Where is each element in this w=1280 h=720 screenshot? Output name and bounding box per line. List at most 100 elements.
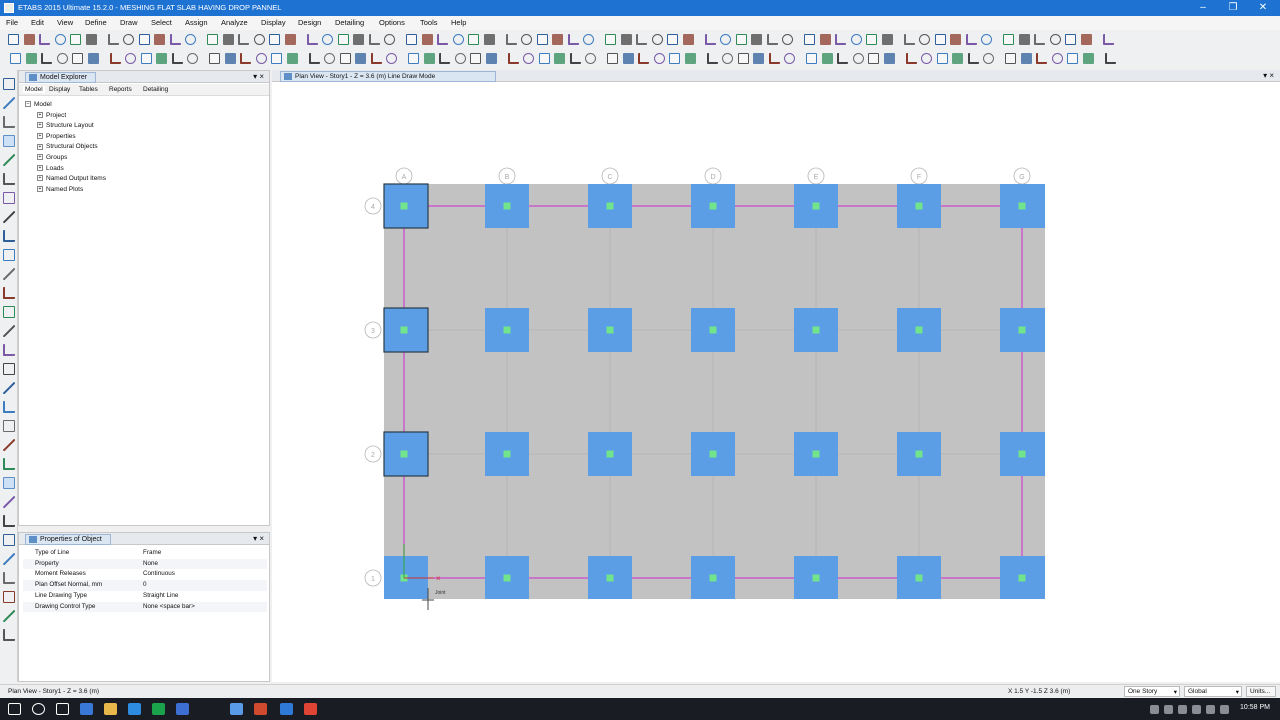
toolbar-tool-icon[interactable] (1104, 53, 1116, 64)
draw-tool-icon[interactable] (3, 610, 15, 622)
menu-item[interactable]: Draw (120, 18, 138, 27)
toolbar-tool-icon[interactable] (669, 53, 680, 64)
toolbar-tool-icon[interactable] (835, 34, 846, 45)
toolbar-tool-icon[interactable] (240, 53, 251, 64)
expand-icon[interactable]: + (37, 143, 43, 150)
draw-tool-icon[interactable] (3, 97, 15, 109)
taskbar-app-icon[interactable] (80, 703, 93, 715)
taskbar-app-icon[interactable] (280, 703, 293, 715)
toolbar-tool-icon[interactable] (583, 34, 594, 45)
property-row[interactable]: Moment Releases Continuous (23, 569, 267, 580)
draw-tool-icon[interactable] (3, 116, 15, 128)
column-joint[interactable] (400, 450, 408, 458)
column-joint[interactable] (503, 326, 511, 334)
toolbar-tool-icon[interactable] (636, 34, 647, 45)
toolbar-tool-icon[interactable] (704, 34, 716, 45)
toolbar-tool-icon[interactable] (782, 34, 793, 45)
tray-icon[interactable] (1220, 705, 1229, 714)
menu-item[interactable]: Edit (31, 18, 44, 27)
column-joint[interactable] (915, 326, 923, 334)
tree-item[interactable]: + Project (37, 112, 66, 119)
toolbar-tool-icon[interactable] (271, 53, 282, 64)
property-row[interactable]: Drawing Control Type None <space bar> (23, 601, 267, 613)
tree-item[interactable]: + Structure Layout (37, 122, 94, 129)
toolbar-tool-icon[interactable] (919, 34, 930, 45)
toolbar-tool-icon[interactable] (353, 34, 364, 45)
toolbar-tool-icon[interactable] (569, 53, 581, 64)
toolbar-tool-icon[interactable] (308, 53, 320, 64)
expand-icon[interactable]: + (37, 111, 43, 118)
toolbar-tool-icon[interactable] (1065, 34, 1076, 45)
expand-icon[interactable]: + (37, 164, 43, 171)
toolbar-tool-icon[interactable] (107, 34, 119, 45)
tray-icon[interactable] (1192, 705, 1201, 714)
menu-item[interactable]: Display (261, 18, 286, 27)
tray-icon[interactable] (1206, 705, 1215, 714)
taskbar-app-icon[interactable] (32, 703, 45, 715)
expand-icon[interactable]: + (37, 186, 43, 193)
toolbar-tool-icon[interactable] (505, 34, 517, 45)
toolbar-tool-icon[interactable] (355, 53, 366, 64)
toolbar-tool-icon[interactable] (735, 34, 747, 45)
toolbar-tool-icon[interactable] (1082, 53, 1094, 64)
column-joint[interactable] (812, 450, 820, 458)
toolbar-tool-icon[interactable] (868, 53, 879, 64)
column-joint[interactable] (503, 202, 511, 210)
toolbar-tool-icon[interactable] (87, 53, 99, 64)
toolbar-tool-icon[interactable] (253, 34, 265, 45)
column-joint[interactable] (1018, 574, 1026, 582)
menu-item[interactable]: View (57, 18, 73, 27)
toolbar-tool-icon[interactable] (768, 53, 780, 64)
column-joint[interactable] (606, 574, 614, 582)
plan-view-tab[interactable]: Plan View - Story1 - Z = 3.6 (m) Line Dr… (280, 71, 496, 82)
collapse-icon[interactable]: – (25, 101, 31, 108)
toolbar-tool-icon[interactable] (983, 53, 994, 64)
expand-icon[interactable]: + (37, 122, 43, 129)
tree-item[interactable]: + Loads (37, 165, 64, 172)
toolbar-tool-icon[interactable] (41, 53, 52, 64)
tree-item[interactable]: + Groups (37, 154, 67, 161)
coord-system-select[interactable]: Global ▾ (1184, 686, 1242, 697)
toolbar-tool-icon[interactable] (585, 53, 596, 64)
toolbar-tool-icon[interactable] (905, 53, 917, 64)
column-joint[interactable] (1018, 326, 1026, 334)
toolbar-tool-icon[interactable] (406, 34, 417, 45)
toolbar-tool-icon[interactable] (1049, 34, 1061, 45)
draw-tool-icon[interactable] (3, 192, 15, 204)
toolbar-tool-icon[interactable] (1051, 53, 1063, 64)
tray-icon[interactable] (1178, 705, 1187, 714)
draw-tool-icon[interactable] (3, 344, 15, 356)
tray-icon[interactable] (1164, 705, 1173, 714)
draw-tool-icon[interactable] (3, 458, 15, 470)
column-joint[interactable] (606, 326, 614, 334)
toolbar-tool-icon[interactable] (187, 53, 198, 64)
toolbar-tool-icon[interactable] (423, 53, 435, 64)
menu-item[interactable]: Assign (185, 18, 208, 27)
draw-tool-icon[interactable] (3, 306, 15, 318)
column-joint[interactable] (915, 574, 923, 582)
toolbar-tool-icon[interactable] (554, 53, 565, 64)
toolbar-tool-icon[interactable] (306, 34, 318, 45)
tree-root[interactable]: – Model (25, 101, 52, 108)
toolbar-tool-icon[interactable] (207, 34, 218, 45)
toolbar-tool-icon[interactable] (25, 53, 37, 64)
toolbar-tool-icon[interactable] (684, 53, 696, 64)
column-joint[interactable] (709, 450, 717, 458)
toolbar-tool-icon[interactable] (567, 34, 579, 45)
draw-tool-icon[interactable] (3, 325, 15, 337)
menu-item[interactable]: Help (451, 18, 466, 27)
toolbar-tool-icon[interactable] (1034, 34, 1045, 45)
draw-tool-icon[interactable] (3, 534, 15, 546)
draw-tool-icon[interactable] (3, 477, 15, 489)
toolbar-tool-icon[interactable] (667, 34, 678, 45)
toolbar-tool-icon[interactable] (981, 34, 992, 45)
toolbar-tool-icon[interactable] (1102, 34, 1114, 45)
toolbar-tool-icon[interactable] (722, 53, 733, 64)
column-joint[interactable] (400, 202, 408, 210)
toolbar-tool-icon[interactable] (454, 53, 466, 64)
toolbar-tool-icon[interactable] (185, 34, 196, 45)
explorer-tab-display[interactable]: Display (49, 86, 70, 93)
toolbar-tool-icon[interactable] (154, 34, 165, 45)
toolbar-tool-icon[interactable] (682, 34, 694, 45)
tree-item[interactable]: + Named Plots (37, 186, 83, 193)
